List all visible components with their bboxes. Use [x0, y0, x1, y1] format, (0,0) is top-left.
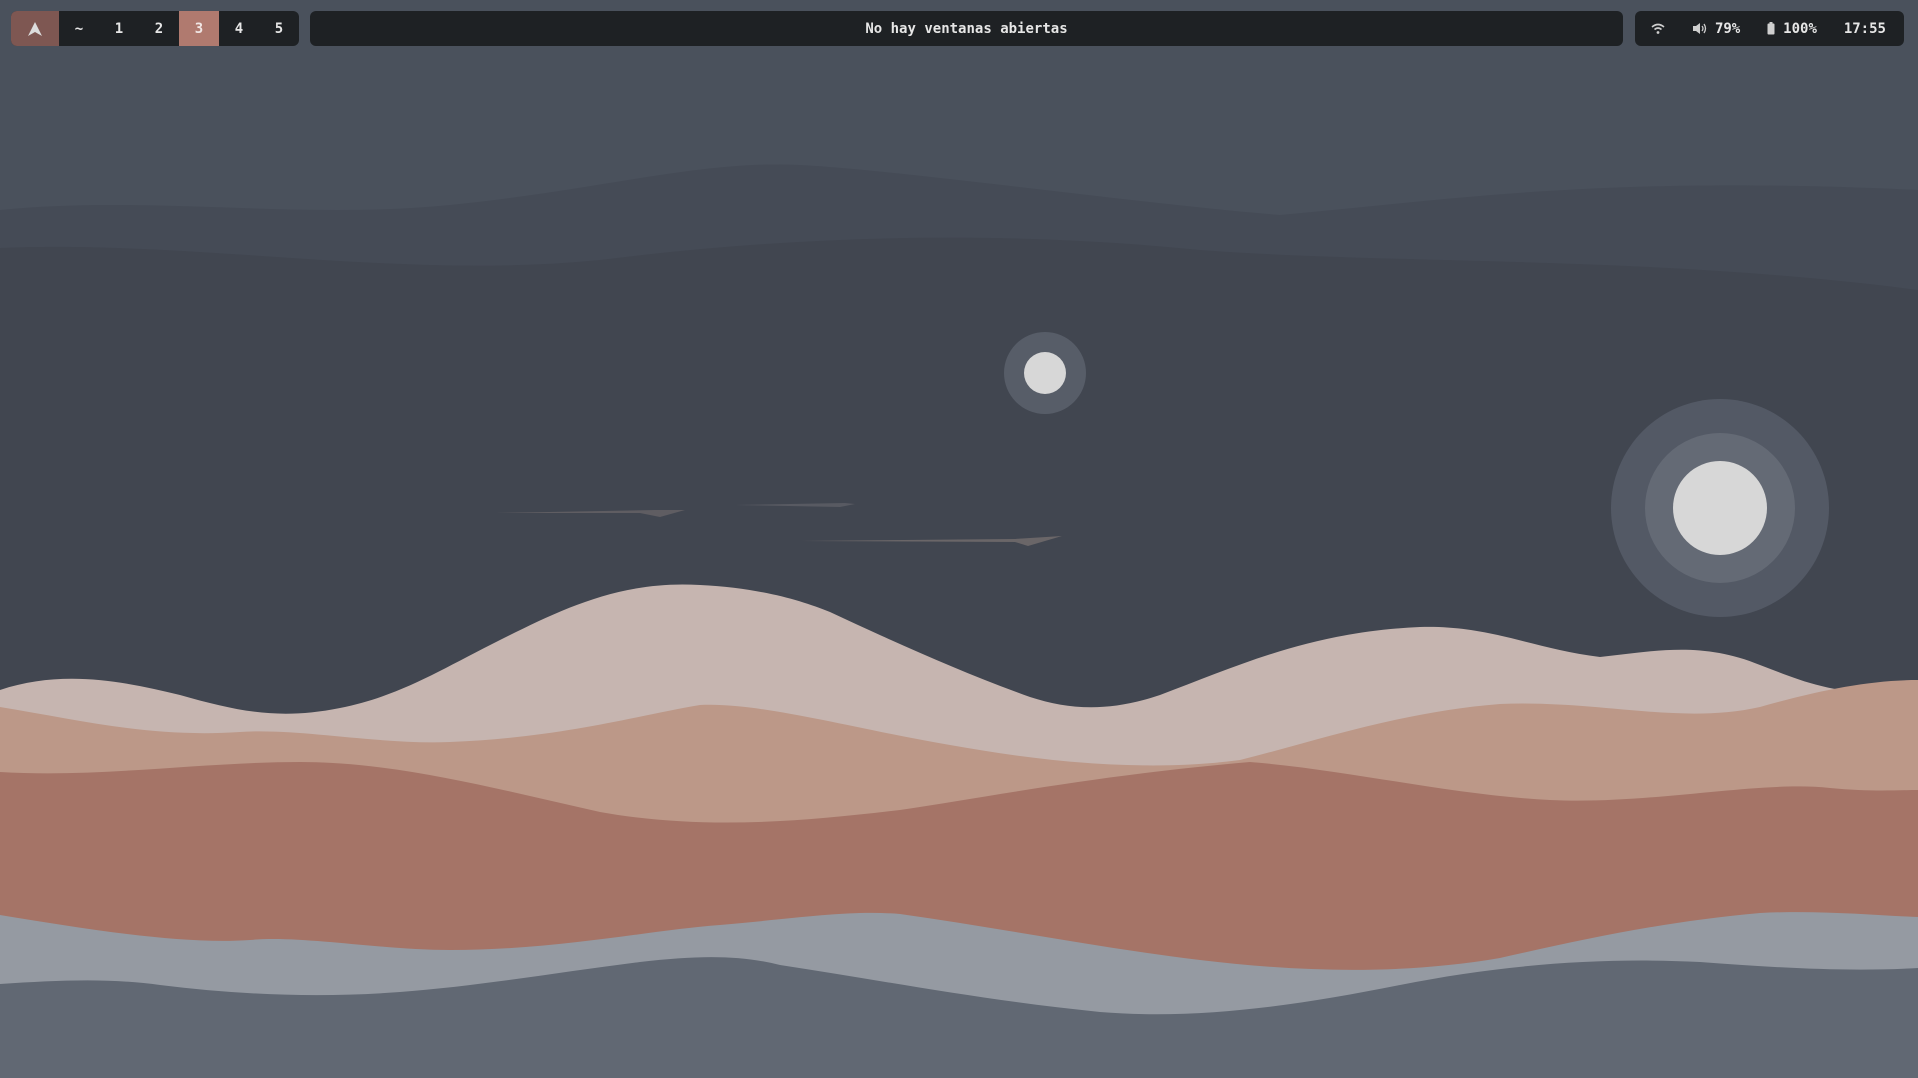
battery-indicator[interactable]: 100%	[1767, 21, 1817, 37]
status-bar: 79% 100% 17:55	[1635, 11, 1904, 46]
arch-logo-icon	[28, 21, 42, 36]
workspace-home[interactable]: ~	[59, 11, 99, 46]
battery-level: 100%	[1783, 20, 1817, 37]
volume-level: 79%	[1714, 20, 1741, 37]
workspace-label: 1	[114, 20, 124, 37]
workspace-3[interactable]: 3	[179, 11, 219, 46]
workspace-label: ~	[74, 20, 84, 37]
sun	[1673, 461, 1767, 555]
volume-icon	[1692, 22, 1707, 35]
moon	[1024, 352, 1066, 394]
volume-indicator[interactable]: 79%	[1692, 21, 1740, 37]
wifi-icon[interactable]	[1651, 23, 1665, 35]
workspace-4[interactable]: 4	[219, 11, 259, 46]
workspace-label: 4	[234, 20, 244, 37]
launcher-button[interactable]	[11, 11, 59, 46]
window-title-bar: No hay ventanas abiertas	[310, 11, 1623, 46]
window-title: No hay ventanas abiertas	[865, 20, 1068, 37]
workspace-1[interactable]: 1	[99, 11, 139, 46]
workspace-label: 3	[194, 20, 204, 37]
battery-icon	[1767, 22, 1775, 35]
workspace-bar: ~ 1 2 3 4 5	[11, 11, 299, 46]
workspace-5[interactable]: 5	[259, 11, 299, 46]
workspace-label: 5	[274, 20, 284, 37]
workspace-label: 2	[154, 20, 164, 37]
wallpaper	[0, 0, 1918, 1078]
clock[interactable]: 17:55	[1844, 21, 1886, 37]
workspace-2[interactable]: 2	[139, 11, 179, 46]
